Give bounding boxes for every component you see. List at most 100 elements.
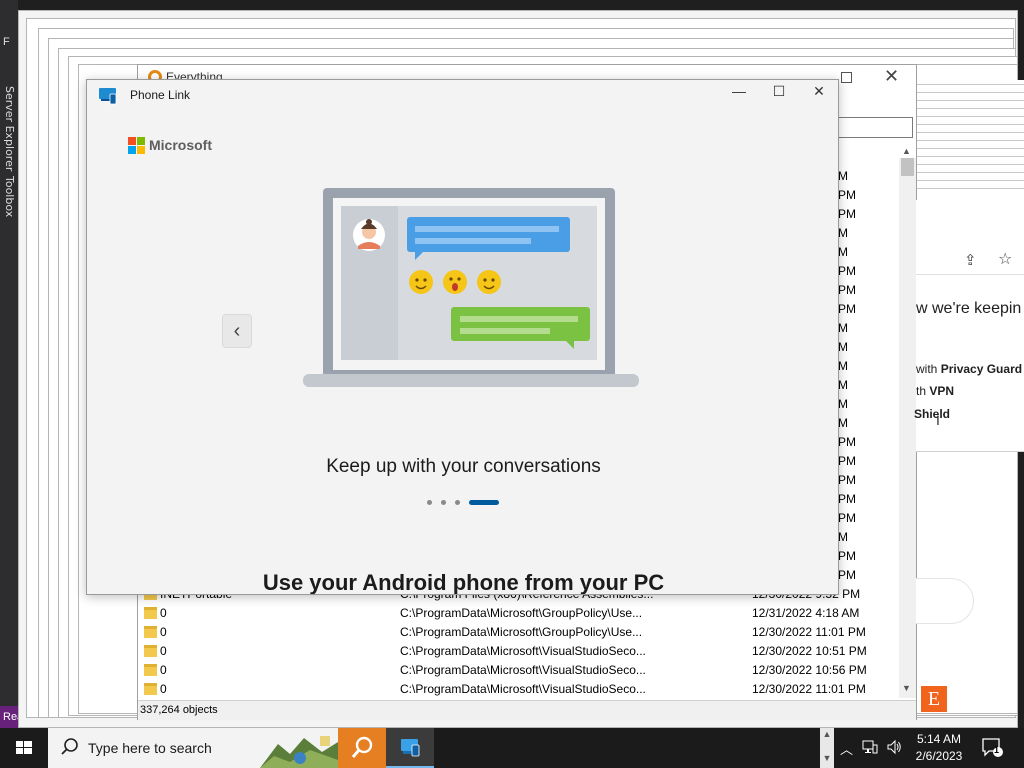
date-fragment: PM <box>838 207 856 221</box>
minimize-button[interactable]: — <box>729 83 749 99</box>
laptop-conversation-illustration <box>303 188 639 387</box>
privacy-guard-line: with Privacy Guard <box>916 362 1023 376</box>
scroll-down-icon[interactable]: ▼ <box>902 683 911 693</box>
row-name: 0 <box>160 682 167 696</box>
date-fragment: PM <box>838 188 856 202</box>
row-date: 12/30/2022 10:56 PM <box>752 663 867 677</box>
maximize-button[interactable]: ☐ <box>769 83 789 100</box>
folder-icon <box>144 626 157 638</box>
everything-maximize-button[interactable] <box>841 72 852 83</box>
page-dot-2[interactable] <box>441 500 446 505</box>
date-fragment: M <box>838 378 848 392</box>
share-icon[interactable]: ⇪ <box>964 251 977 269</box>
date-fragment: M <box>838 340 848 354</box>
search-placeholder: Type here to search <box>88 740 212 756</box>
date-fragment: M <box>838 416 848 430</box>
date-fragment: M <box>838 321 848 335</box>
notification-count: 1 <box>994 745 1000 755</box>
date-fragment: M <box>838 245 848 259</box>
stacked-right-edges <box>916 80 1024 200</box>
date-fragment: PM <box>838 435 856 449</box>
everything-close-button[interactable]: ✕ <box>884 66 899 87</box>
row-name: 0 <box>160 663 167 677</box>
scroll-up-icon[interactable]: ▲ <box>820 729 834 739</box>
phone-link-title: Phone Link <box>130 88 191 102</box>
phone-link-taskbar-icon <box>401 739 420 757</box>
date-fragment: PM <box>838 454 856 468</box>
microsoft-logo-icon <box>128 137 145 157</box>
row-name: 0 <box>160 606 167 620</box>
row-path: C:\ProgramData\Microsoft\GroupPolicy\Use… <box>400 625 643 639</box>
row-name: 0 <box>160 625 167 639</box>
server-explorer-tab[interactable]: Server Explorer <box>3 86 16 171</box>
folder-icon <box>144 607 157 619</box>
row-path: C:\ProgramData\Microsoft\VisualStudioSec… <box>400 644 646 658</box>
page-dot-3[interactable] <box>455 500 460 505</box>
browser-toolbar: ⇪ ☆ <box>916 245 1024 275</box>
scroll-down-icon[interactable]: ▼ <box>820 753 834 763</box>
phone-link-headline: Use your Android phone from your PC <box>262 570 665 595</box>
scroll-up-icon[interactable]: ▲ <box>902 146 911 156</box>
everything-search-input[interactable] <box>836 117 913 138</box>
close-button[interactable]: ✕ <box>809 83 829 100</box>
vs-menu-fragment: F <box>3 36 10 48</box>
row-date: 12/30/2022 11:01 PM <box>752 682 866 696</box>
taskbar-search-box[interactable]: Type here to search <box>48 728 338 768</box>
row-name: 0 <box>160 644 167 658</box>
date-fragment: M <box>838 226 848 240</box>
browser-heading: w we're keepin <box>916 300 1022 317</box>
search-highlight-illustration <box>260 736 338 768</box>
date-fragment: PM <box>838 549 856 563</box>
windows-logo-icon <box>16 741 32 754</box>
etsy-icon[interactable]: E <box>921 686 947 712</box>
folder-icon <box>144 645 157 657</box>
previous-slide-button[interactable]: ‹ <box>222 314 252 348</box>
clock-time: 5:14 AM <box>916 732 962 746</box>
notification-center-icon[interactable]: 1 <box>982 738 1004 761</box>
taskbar-scroll-control[interactable]: ▲ ▼ <box>820 728 834 768</box>
date-fragment: M <box>838 169 848 183</box>
clock-date: 2/6/2023 <box>915 749 963 763</box>
table-row[interactable]: 0 C:\ProgramData\Microsoft\VisualStudioSe… <box>140 642 898 661</box>
table-row[interactable]: 0 C:\ProgramData\Microsoft\GroupPolicy\Us… <box>140 604 898 623</box>
show-hidden-icons-chevron-icon[interactable]: ︿ <box>840 739 853 758</box>
row-path: C:\ProgramData\Microsoft\VisualStudioSec… <box>400 663 646 677</box>
row-path: C:\ProgramData\Microsoft\VisualStudioSec… <box>400 682 646 696</box>
everything-scrollbar[interactable] <box>899 158 916 698</box>
date-fragment: PM <box>838 283 856 297</box>
slide-caption: Keep up with your conversations <box>326 456 601 477</box>
everything-status-bar: 337,264 objects <box>138 700 916 720</box>
phone-link-app-icon <box>98 86 118 109</box>
bookmark-star-icon[interactable]: ☆ <box>998 249 1012 269</box>
taskbar-phone-link-app[interactable] <box>386 728 434 768</box>
folder-icon <box>144 683 157 695</box>
browser-search-pill[interactable] <box>916 578 974 624</box>
date-fragment: PM <box>838 492 856 506</box>
toolbox-tab[interactable]: Toolbox <box>3 176 16 217</box>
page-dot-1[interactable] <box>427 500 432 505</box>
scrollbar-thumb[interactable] <box>901 158 914 176</box>
shield-line: Shield <box>914 407 951 421</box>
date-fragment: PM <box>838 264 856 278</box>
browser-window-fragment: ⇪ ☆ w we're keepin with Privacy Guard th… <box>914 200 1024 452</box>
date-fragment: M <box>838 397 848 411</box>
volume-icon[interactable] <box>886 739 902 758</box>
table-row[interactable]: 0 C:\ProgramData\Microsoft\VisualStudioSe… <box>140 661 898 680</box>
everything-app-icon <box>338 728 386 768</box>
chevron-left-icon: ‹ <box>233 320 241 342</box>
taskbar-everything-app[interactable] <box>338 728 386 768</box>
search-icon <box>60 737 80 760</box>
start-button[interactable] <box>0 728 48 768</box>
taskbar: Type here to search ▲ ▼ ︿ 5:14 AM 2/6/20… <box>0 728 1024 768</box>
row-date: 12/30/2022 11:01 PM <box>752 625 866 639</box>
page-dot-4-active[interactable] <box>469 500 499 505</box>
row-path: C:\ProgramData\Microsoft\GroupPolicy\Use… <box>400 606 643 620</box>
vpn-line: th VPN <box>916 384 955 398</box>
system-clock[interactable]: 5:14 AM 2/6/2023 <box>905 731 973 765</box>
date-fragment: M <box>838 359 848 373</box>
table-row[interactable]: 0 C:\ProgramData\Microsoft\VisualStudioSe… <box>140 680 898 699</box>
date-fragment: PM <box>838 568 856 582</box>
table-row[interactable]: 0 C:\ProgramData\Microsoft\GroupPolicy\Us… <box>140 623 898 642</box>
date-fragment: PM <box>838 302 856 316</box>
network-icon[interactable] <box>862 739 878 758</box>
